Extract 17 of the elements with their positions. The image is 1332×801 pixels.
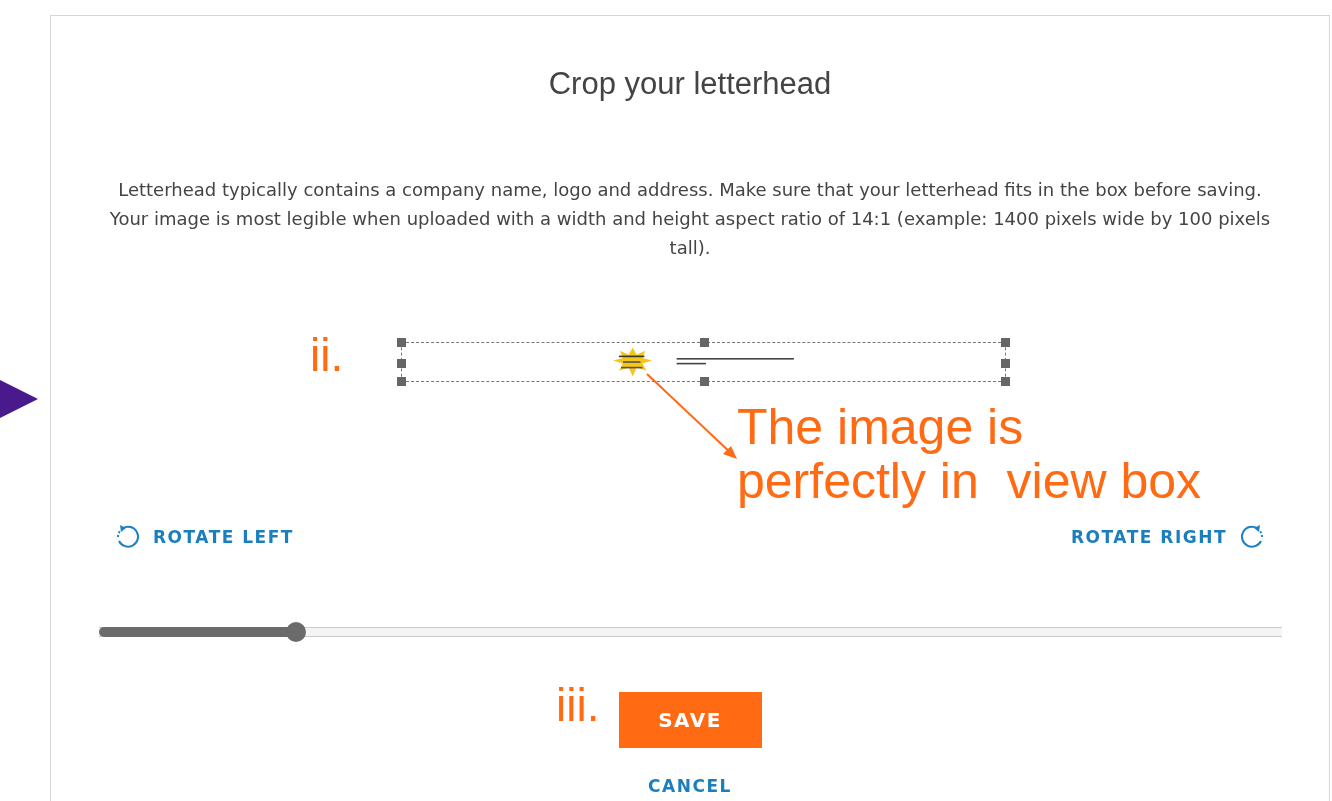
play-pointer-icon (0, 380, 38, 418)
save-button[interactable]: SAVE (618, 692, 762, 748)
crop-handle[interactable] (397, 338, 406, 347)
dialog-title: Crop your letterhead (548, 66, 832, 102)
rotate-left-button[interactable]: ROTATE LEFT (115, 524, 294, 550)
crop-handle[interactable] (700, 338, 709, 347)
slider-thumb[interactable] (286, 622, 307, 642)
crop-handle[interactable] (1001, 338, 1010, 347)
annotation-marker: ii. (310, 332, 344, 378)
annotation-text: The image is perfectly in view box (737, 400, 1202, 508)
crop-handle[interactable] (700, 377, 709, 386)
cancel-link[interactable]: CANCEL (648, 776, 732, 796)
rotate-right-icon (1239, 524, 1265, 550)
description-text: Letterhead typically contains a company name, logo and address. Make sure that your letterhead fits in the box before saving. Your image is most legible when uploaded with a width and height aspect ratio of 14:1 (example: 1400 pixels wide by 100 pixels tall). (108, 178, 1272, 260)
annotation-marker: iii. (556, 682, 600, 728)
rotate-left-icon (115, 524, 141, 550)
rotate-right-button[interactable]: ROTATE RIGHT (1071, 524, 1265, 550)
